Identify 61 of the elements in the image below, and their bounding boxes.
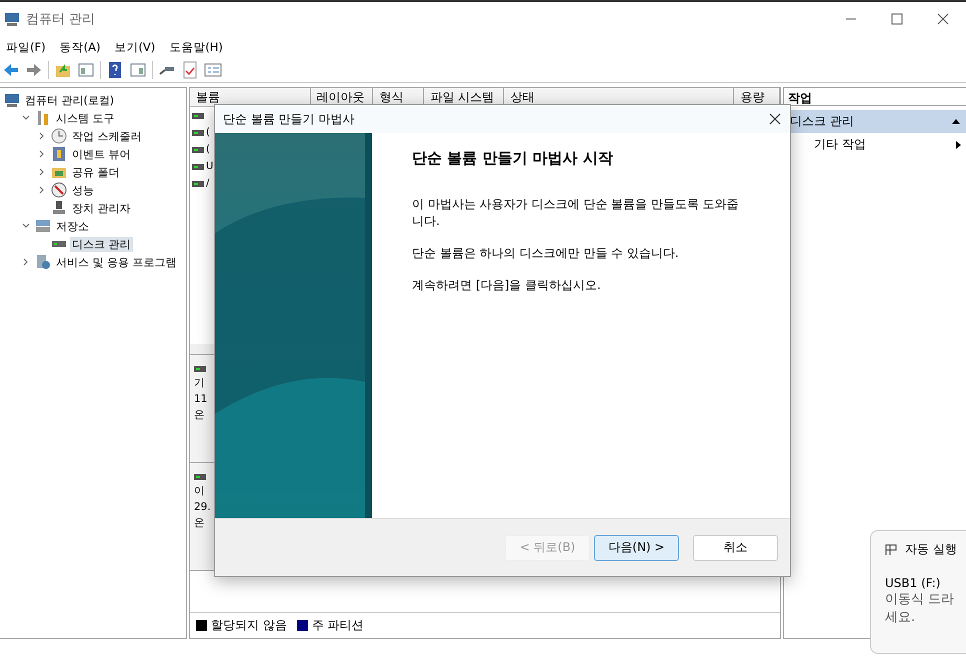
disk-info: 11: [194, 392, 208, 407]
properties-icon[interactable]: [204, 61, 222, 79]
storage-icon: [35, 218, 51, 234]
tree-item[interactable]: 디스크 관리: [70, 236, 132, 252]
computer-icon: [4, 92, 20, 108]
wizard-text: 계속하려면 [다음]을 클릭하십시오.: [412, 277, 602, 294]
panel-icon[interactable]: [77, 61, 95, 79]
dialog-title: 단순 볼륨 만들기 마법사: [223, 110, 354, 128]
tree-item[interactable]: 저장소: [54, 218, 91, 234]
disk-info: 기: [194, 376, 206, 391]
volume-name: (: [206, 127, 210, 138]
volume-name: U: [206, 161, 214, 172]
wizard-text: 단순 볼륨은 하나의 디스크에만 만들 수 있습니다.: [412, 245, 680, 262]
drive-icon: [192, 112, 204, 118]
tree-item[interactable]: 성능: [70, 182, 96, 198]
tree-item[interactable]: 작업 스케줄러: [70, 128, 144, 144]
tree-item[interactable]: 컴퓨터 관리(로컬): [23, 92, 116, 108]
drive-icon: [192, 164, 204, 170]
panel-icon[interactable]: [129, 61, 147, 79]
tree-item[interactable]: 장치 관리자: [70, 200, 132, 216]
disk-info: 29.: [194, 500, 212, 515]
help-icon[interactable]: [106, 61, 124, 79]
menu-item[interactable]: 도움말(H): [169, 40, 223, 54]
legend-label: 주 파티션: [312, 617, 364, 634]
computer-icon: [4, 11, 20, 27]
device-name: USB1 (F:): [885, 576, 942, 590]
drive-icon: [194, 366, 206, 372]
drive-icon: [192, 146, 204, 152]
autoplay-icon: [885, 544, 897, 556]
disk-info: 이: [194, 484, 206, 499]
menu-item[interactable]: 파일(F): [6, 40, 46, 54]
tree-item[interactable]: 이벤트 뷰어: [70, 146, 132, 162]
menu-item[interactable]: 보기(V): [114, 40, 156, 54]
tree-item[interactable]: 공유 폴더: [70, 164, 122, 180]
wizard-button[interactable]: 다음(N) >: [594, 534, 679, 560]
disk-info: 온: [194, 408, 206, 423]
tree-item[interactable]: 서비스 및 응용 프로그램: [54, 254, 178, 270]
action-item[interactable]: 기타 작업: [784, 133, 966, 156]
drive-icon: [192, 130, 204, 136]
notification-title: 자동 실행: [905, 541, 957, 558]
wizard-heading: 단순 볼륨 만들기 마법사 시작: [412, 149, 614, 168]
forward-icon[interactable]: [25, 61, 43, 79]
caret-up-icon: [952, 118, 960, 126]
disk-info: 온: [194, 516, 206, 531]
legend-label: 할당되지 않음: [211, 617, 287, 634]
notification-text: 이동식 드라: [885, 591, 956, 608]
wizard-text: 이 마법사는 사용자가 디스크에 단순 볼륨을 만들도록 도와줍니다.: [412, 196, 740, 230]
wizard-button[interactable]: 취소: [693, 534, 778, 560]
caret-right-icon: [954, 140, 962, 148]
drive-icon: [194, 474, 206, 480]
menu-item[interactable]: 동작(A): [60, 40, 100, 54]
checklist-icon[interactable]: [181, 61, 199, 79]
drive-icon: [192, 180, 204, 186]
window-title: 컴퓨터 관리: [26, 11, 96, 28]
volume-name: /: [206, 178, 210, 189]
notification-text: 세요.: [885, 609, 916, 626]
clock-icon: [51, 128, 67, 144]
tree-item[interactable]: 시스템 도구: [54, 110, 116, 126]
back-icon[interactable]: [2, 61, 20, 79]
volume-name: (: [206, 144, 210, 155]
close-icon[interactable]: [768, 112, 782, 126]
